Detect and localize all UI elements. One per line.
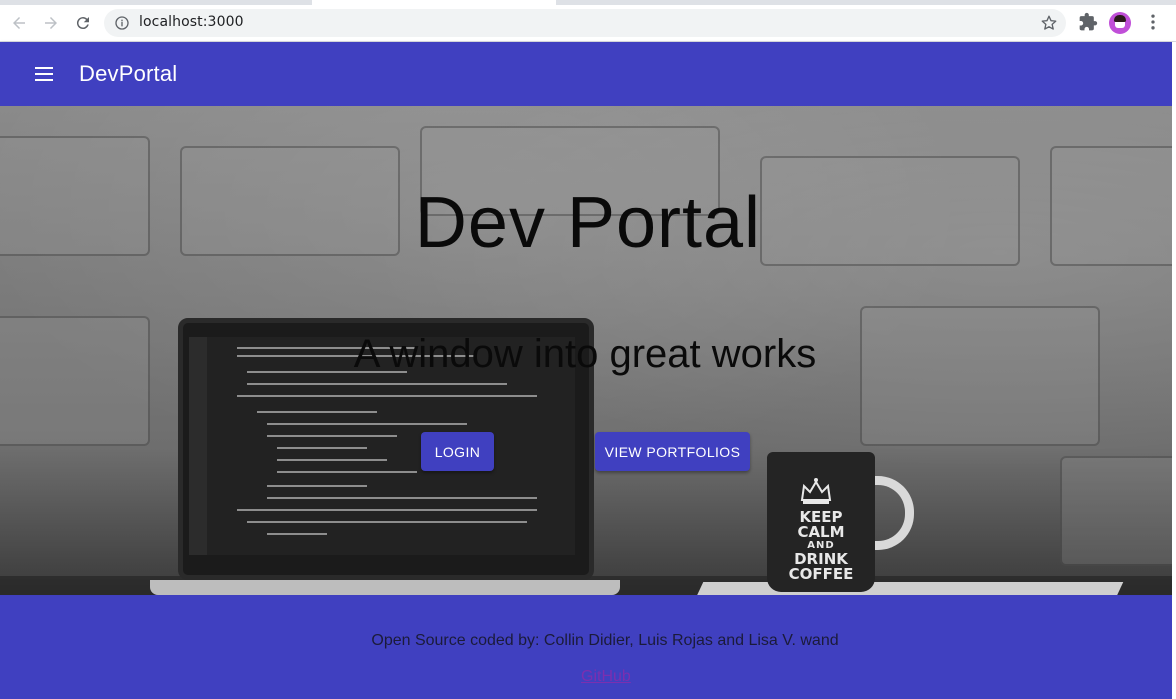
hero-section: KEEP CALM AND DRINK COFFEE Dev Portal A … <box>0 106 1176 595</box>
login-button[interactable]: LOGIN <box>421 432 494 471</box>
github-link[interactable]: GitHub <box>581 668 631 686</box>
window-edge <box>1172 42 1176 699</box>
brand-title[interactable]: DevPortal <box>79 61 177 87</box>
url-text[interactable]: localhost:3000 <box>139 14 244 30</box>
reload-icon[interactable] <box>72 12 94 34</box>
mug-line: COFFEE <box>788 565 854 583</box>
footer-credits: Open Source coded by: Collin Didier, Lui… <box>371 632 839 649</box>
hero-title: Dev Portal <box>414 183 762 263</box>
active-tab[interactable] <box>312 0 556 5</box>
laptop-base <box>150 580 620 595</box>
info-icon[interactable] <box>114 15 130 31</box>
tab-strip <box>0 0 1176 5</box>
hamburger-icon[interactable] <box>34 64 54 84</box>
hero-subtitle: A window into great works <box>353 332 817 376</box>
view-portfolios-button[interactable]: VIEW PORTFOLIOS <box>595 432 750 471</box>
avatar-hair <box>1114 15 1126 22</box>
arrow-right-icon[interactable] <box>40 12 62 34</box>
arrow-left-icon[interactable] <box>8 12 30 34</box>
star-icon[interactable] <box>1040 14 1058 32</box>
background-brick <box>1060 456 1176 566</box>
book-image <box>696 582 1124 595</box>
footer: Open Source coded by: Collin Didier, Lui… <box>0 596 1176 699</box>
browser-toolbar: localhost:3000 <box>0 0 1176 42</box>
crown-icon <box>800 478 832 504</box>
mug-slogan: KEEP CALM AND DRINK COFFEE <box>772 510 870 582</box>
avatar[interactable] <box>1109 12 1131 34</box>
address-bar[interactable]: localhost:3000 <box>104 9 1066 37</box>
puzzle-icon[interactable] <box>1078 12 1098 32</box>
more-vert-icon[interactable] <box>1143 12 1163 32</box>
app-bar: DevPortal <box>0 42 1176 106</box>
mug-line: CALM <box>797 523 845 541</box>
